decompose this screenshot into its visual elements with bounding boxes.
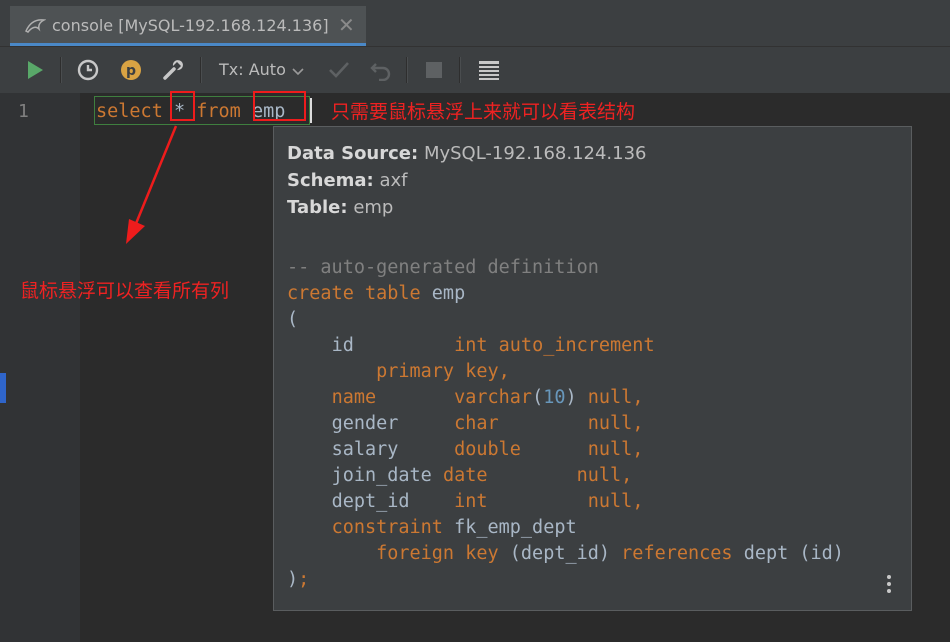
ddl-code: -- auto-generated definition create tabl…: [287, 257, 844, 590]
left-annotation-text: 鼠标悬浮可以查看所有列: [20, 280, 230, 302]
commit-check-icon: [329, 62, 349, 78]
run-icon: [28, 61, 43, 79]
table-value: emp: [353, 197, 394, 218]
emp-highlight-box: [253, 91, 306, 121]
column-name: gender: [331, 413, 399, 434]
table-row: Table: emp: [287, 197, 394, 218]
keyword-select: select: [96, 101, 163, 122]
keyword-from: from: [196, 101, 241, 122]
history-icon: [77, 59, 99, 81]
profile-button[interactable]: p: [116, 55, 146, 85]
history-button[interactable]: [73, 55, 103, 85]
rollback-button[interactable]: [366, 55, 396, 85]
svg-text:p: p: [126, 63, 136, 79]
create-keyword: create table: [287, 283, 421, 304]
tab-bar: console [MySQL-192.168.124.136] ✕: [0, 0, 950, 46]
tab-console[interactable]: console [MySQL-192.168.124.136] ✕: [10, 6, 366, 46]
settings-button[interactable]: [158, 55, 188, 85]
column-name: id: [331, 335, 354, 356]
mysql-dolphin-icon: [25, 19, 46, 33]
run-button[interactable]: [20, 55, 50, 85]
table-view-icon: [479, 61, 499, 80]
close-icon[interactable]: ✕: [338, 13, 355, 37]
commit-button[interactable]: [324, 55, 354, 85]
chevron-down-icon[interactable]: [292, 66, 304, 78]
top-annotation-text: 只需要鼠标悬浮上来就可以看表结构: [331, 101, 636, 123]
star-highlight-box: [170, 91, 195, 121]
data-source-value: MySQL-192.168.124.136: [423, 143, 647, 164]
column-name: salary: [331, 439, 399, 460]
column-name: name: [331, 387, 377, 408]
schema-row: Schema: axf: [287, 170, 408, 191]
line-gutter: 1: [0, 93, 80, 642]
toolbar-separator: [200, 57, 202, 83]
tx-mode-dropdown[interactable]: Tx: Auto: [219, 60, 286, 79]
stop-button[interactable]: [419, 55, 449, 85]
wrench-icon: [163, 60, 183, 80]
rollback-icon: [370, 63, 391, 81]
gutter-marker: [0, 373, 6, 403]
line-number: 1: [18, 101, 29, 122]
stop-icon: [426, 62, 442, 78]
annotation-arrow-icon: [126, 125, 178, 244]
toolbar-separator: [60, 57, 62, 83]
more-vertical-icon[interactable]: [882, 573, 896, 595]
data-source-row: Data Source: MySQL-192.168.124.136: [287, 143, 647, 164]
profile-p-icon: p: [121, 60, 141, 80]
schema-value: axf: [379, 170, 408, 191]
toolbar-separator: [406, 57, 408, 83]
toolbar: p Tx: Auto: [0, 47, 950, 93]
tab-title: console [MySQL-192.168.124.136]: [52, 16, 329, 35]
table-definition-popup: Data Source: MySQL-192.168.124.136 Schem…: [273, 126, 912, 611]
column-name: dept_id: [331, 491, 410, 512]
text-caret: [310, 98, 312, 123]
ddl-comment: -- auto-generated definition: [287, 257, 599, 278]
column-name: join_date: [331, 465, 432, 486]
output-view-button[interactable]: [474, 55, 504, 85]
toolbar-separator: [459, 57, 461, 83]
